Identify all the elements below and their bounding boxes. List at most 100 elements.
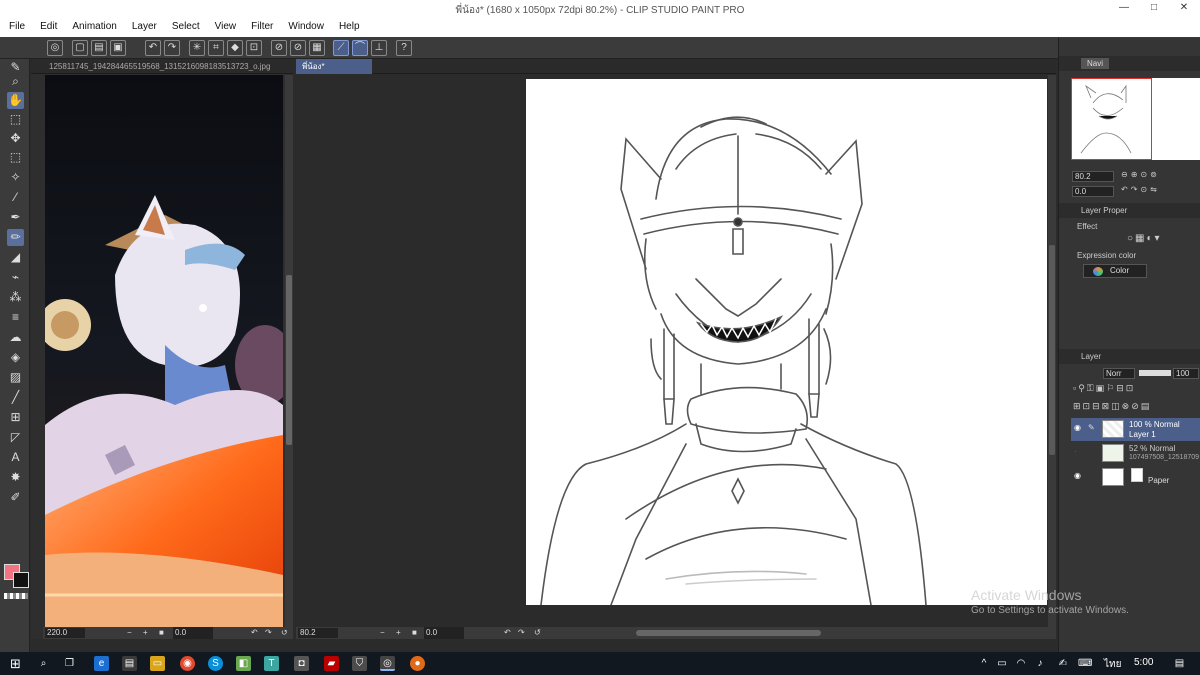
menu-animation[interactable]: Animation (63, 19, 122, 32)
hand-tool-icon[interactable]: ✋ (7, 92, 24, 109)
start-windows-icon[interactable]: ⊞ (8, 656, 23, 671)
menu-window[interactable]: Window (279, 19, 330, 32)
new-file-icon[interactable]: ▢ (72, 40, 88, 56)
minimize-button[interactable]: — (1110, 2, 1138, 17)
fill-icon[interactable]: ◆ (227, 40, 243, 56)
layer-action-buttons[interactable]: ⊞⊡⊟⊠◫⊗⊘▤ (1073, 401, 1151, 412)
frame-border-icon[interactable]: ⊞ (7, 409, 24, 426)
pencil-tool-icon[interactable]: ✏ (7, 229, 24, 246)
ruler-1-icon[interactable]: ⊘ (271, 40, 287, 56)
snap-grid-icon[interactable]: ⊥ (371, 40, 387, 56)
correct-line-icon[interactable]: ✐ (7, 489, 24, 506)
navigator-zoom-buttons[interactable]: ⊖⊕⊙⊚ (1121, 170, 1160, 179)
open-file-icon[interactable]: ▤ (91, 40, 107, 56)
effect-buttons[interactable]: ○▦◐▾ (1127, 233, 1162, 244)
visibility-eye-icon[interactable]: ◉ (1074, 471, 1081, 480)
canvas-stop-icon[interactable]: ■ (412, 627, 417, 639)
canvas-rotate-right-icon[interactable]: ↷ (518, 627, 525, 639)
menu-view[interactable]: View (206, 19, 243, 32)
airbrush-icon[interactable]: ⁂ (7, 289, 24, 306)
reference-scrollbar[interactable] (285, 75, 293, 630)
crop-icon[interactable]: ⌗ (208, 40, 224, 56)
menu-file[interactable]: File (0, 19, 31, 32)
orange-app-icon[interactable]: ● (410, 656, 425, 671)
canvas-zoom-in-icon[interactable]: + (396, 627, 401, 639)
clear-icon[interactable]: ✳ (189, 40, 205, 56)
zoom-tool-icon[interactable]: ⌕ (7, 73, 24, 90)
menu-help[interactable]: Help (330, 19, 366, 32)
eraser-icon[interactable]: ◢ (7, 249, 24, 266)
transparent-color-swatch[interactable] (4, 593, 28, 599)
canvas-rotate-left-icon[interactable]: ↶ (504, 627, 511, 639)
navigator-thumbnail[interactable] (1071, 78, 1200, 160)
photos-app-icon[interactable]: ◧ (236, 656, 251, 671)
balloon-icon[interactable]: ✸ (7, 469, 24, 486)
file-explorer-icon[interactable]: ▭ (150, 656, 165, 671)
close-button[interactable]: ✕ (1170, 2, 1198, 17)
network-icon[interactable]: ◠ (1014, 656, 1028, 671)
sub-color-swatch[interactable] (13, 572, 29, 588)
search-icon[interactable]: ⌕ (36, 656, 51, 671)
brush-tool-icon[interactable]: ⌁ (7, 269, 24, 286)
snap-special-ruler-icon[interactable]: ⌒ (352, 40, 368, 56)
drawing-canvas[interactable] (526, 79, 1047, 605)
rotate-left-icon[interactable]: ↶ (251, 627, 258, 639)
eyedropper-icon[interactable]: ⁄ (7, 189, 24, 206)
reference-angle-field[interactable]: 0.0 (173, 627, 213, 639)
ruler-3-icon[interactable]: ▦ (309, 40, 325, 56)
save-icon[interactable]: ▣ (110, 40, 126, 56)
help-icon[interactable]: ? (396, 40, 412, 56)
pen-tool-icon[interactable]: ✒ (7, 209, 24, 226)
store-icon[interactable]: ▤ (122, 656, 137, 671)
visibility-eye-icon[interactable]: ◉ (1074, 423, 1081, 432)
operation-tool-icon[interactable]: ⬚ (7, 111, 24, 128)
canvas-tab[interactable]: พี่น้อง* (296, 59, 372, 74)
game-app-icon[interactable]: ◘ (294, 656, 309, 671)
canvas-zoom-field[interactable]: 80.2 (298, 628, 338, 638)
gradient-icon[interactable]: ▨ (7, 369, 24, 386)
menu-filter[interactable]: Filter (242, 19, 279, 32)
tray-up-arrow-icon[interactable]: ^ (978, 656, 990, 671)
taskbar-clock[interactable]: 5:00 (1134, 657, 1153, 668)
navigator-rotate-buttons[interactable]: ↶↷⊙⇋ (1121, 185, 1160, 194)
blend-tool-icon[interactable]: ☁ (7, 329, 24, 346)
canvas-zoom-out-icon[interactable]: − (380, 627, 385, 639)
blend-mode-dropdown[interactable]: Norr (1103, 368, 1135, 379)
ruler-2-icon[interactable]: ⊘ (290, 40, 306, 56)
action-center-icon[interactable]: ▤ (1172, 656, 1187, 671)
canvas-hscroll-thumb[interactable] (636, 630, 821, 636)
menu-select[interactable]: Select (163, 19, 206, 32)
maximize-button[interactable]: □ (1140, 2, 1168, 17)
move-layer-icon[interactable]: ✥ (7, 130, 24, 147)
pen-tray-icon[interactable]: ✍ (1056, 656, 1070, 671)
snap-ruler-icon[interactable]: ⟋ (333, 40, 349, 56)
reference-tab[interactable]: 125811745_194284465519568_13152160981835… (43, 59, 281, 74)
language-indicator[interactable]: ไทย (1104, 657, 1121, 672)
shield-icon[interactable]: ⛉ (352, 656, 367, 671)
clip-studio-taskbar-icon[interactable]: ◎ (380, 656, 395, 671)
canvas-scrollbar[interactable] (1048, 75, 1056, 630)
volume-icon[interactable]: ♪ (1033, 656, 1047, 671)
red-app-icon[interactable]: ▰ (324, 656, 339, 671)
navigator-angle-field[interactable]: 0.0 (1072, 186, 1114, 197)
transform-icon[interactable]: ⊡ (246, 40, 262, 56)
zoom-in-icon[interactable]: + (143, 627, 148, 639)
layer-lock-buttons[interactable]: ▫⚲⚿▣⚐⊟⊡ (1073, 383, 1135, 394)
battery-icon[interactable]: ▭ (995, 656, 1009, 671)
skype-icon[interactable]: S (208, 656, 223, 671)
stop-icon[interactable]: ■ (159, 627, 164, 639)
onscreen-keyboard-icon[interactable]: ⌨ (1078, 656, 1092, 671)
reference-scroll-thumb[interactable] (286, 275, 292, 445)
clip-studio-icon[interactable]: ◎ (47, 40, 63, 56)
canvas-reset-rotation-icon[interactable]: ↺ (534, 627, 541, 639)
canvas-angle-field[interactable]: 0.0 (424, 627, 464, 639)
layer-row-layer-1[interactable]: ◉ ✎ 100 % Normal Layer 1 (1071, 418, 1200, 441)
decoration-icon[interactable]: ≡ (7, 309, 24, 326)
fill-bucket-icon[interactable]: ◈ (7, 349, 24, 366)
ruler-tool-icon[interactable]: ◸ (7, 429, 24, 446)
task-view-icon[interactable]: ❐ (62, 656, 77, 671)
selection-tool-icon[interactable]: ⬚ (7, 149, 24, 166)
menu-edit[interactable]: Edit (31, 19, 63, 32)
redo-icon[interactable]: ↷ (164, 40, 180, 56)
navigator-tab[interactable]: Navi (1081, 58, 1110, 69)
